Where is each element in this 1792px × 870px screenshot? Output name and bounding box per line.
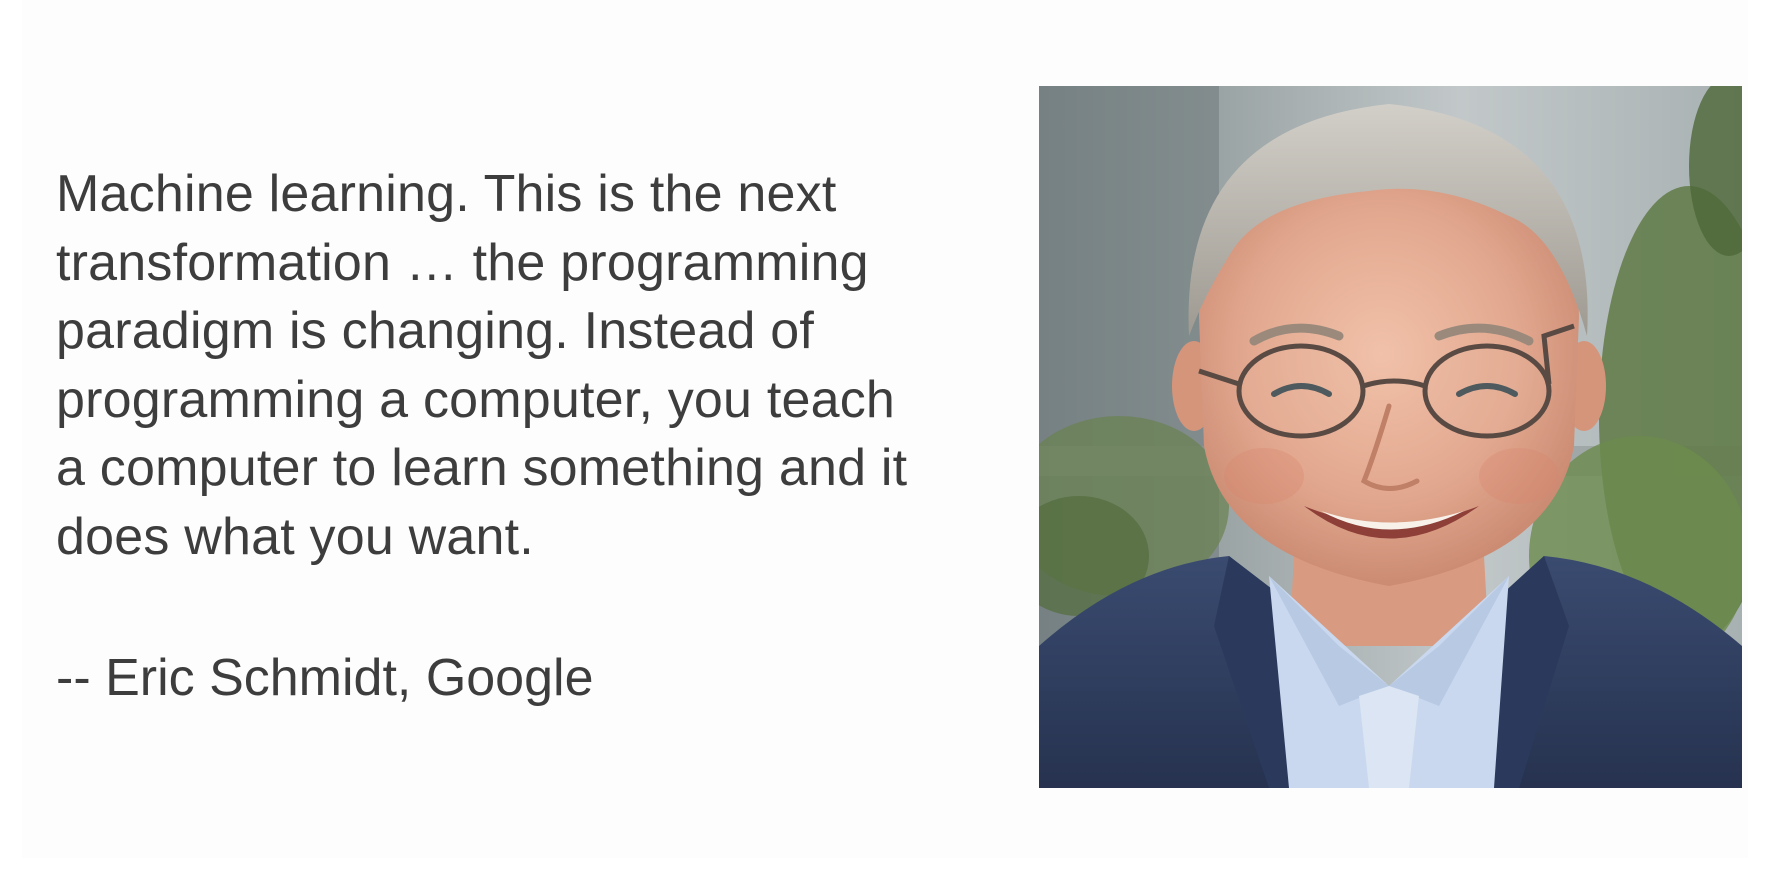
portrait-illustration [1039,86,1742,788]
quote-line-5: a computer to learn something and it [56,439,908,497]
portrait-photo [1039,86,1742,788]
quote-attribution: -- Eric Schmidt, Google [56,649,594,707]
quote-line-1: Machine learning. This is the next [56,165,837,223]
slide: Machine learning. This is the next trans… [22,0,1748,858]
quote-line-6: does what you want. [56,507,534,566]
quote-line-3: paradigm is changing. Instead of [56,302,814,360]
quote-line-2: transformation … the programming [56,233,869,292]
quote-text: Machine learning. This is the next trans… [56,160,1046,571]
quote-line-4: programming a computer, you teach [56,370,896,429]
